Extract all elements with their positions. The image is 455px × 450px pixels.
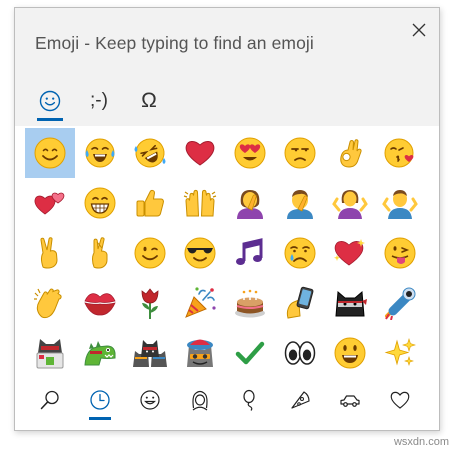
tab-symbols-label: Ω xyxy=(141,89,157,112)
emoji-grinning-face[interactable] xyxy=(75,178,125,228)
pizza-icon xyxy=(291,391,310,409)
emoji-heart-eyes[interactable] xyxy=(225,128,275,178)
emoji-sparkling-heart[interactable] xyxy=(325,228,375,278)
emoji-astronaut-ninja-cat[interactable] xyxy=(375,278,425,328)
emoji-two-hearts[interactable] xyxy=(25,178,75,228)
category-food[interactable] xyxy=(280,382,320,418)
category-bar xyxy=(15,380,439,430)
emoji-crossed-fingers[interactable] xyxy=(75,228,125,278)
emoji-woman-facepalming[interactable] xyxy=(225,178,275,228)
emoji-ok-hand[interactable] xyxy=(325,128,375,178)
emoji-thumbs-up[interactable] xyxy=(125,178,175,228)
category-symbols-hearts[interactable] xyxy=(380,382,420,418)
tab-kaomoji-label: ;-) xyxy=(90,90,108,111)
emoji-party-popper[interactable] xyxy=(175,278,225,328)
emoji-crying-face[interactable] xyxy=(275,228,325,278)
watermark-text: wsxdn.com xyxy=(393,436,449,448)
emoji-man-shrugging[interactable] xyxy=(375,178,425,228)
emoji-red-heart[interactable] xyxy=(175,128,225,178)
emoji-kiss-mark[interactable] xyxy=(75,278,125,328)
car-icon xyxy=(340,395,360,407)
emoji-sparkles[interactable] xyxy=(375,328,425,378)
category-recent[interactable] xyxy=(80,382,120,418)
search-icon xyxy=(40,390,59,410)
emoji-unamused[interactable] xyxy=(275,128,325,178)
emoji-man-facepalming[interactable] xyxy=(275,178,325,228)
search-prompt[interactable]: Emoji - Keep typing to find an emoji xyxy=(35,33,314,54)
emoji-stack-of-ninja-cats[interactable] xyxy=(125,328,175,378)
person-icon xyxy=(192,390,208,411)
smiley-face-icon xyxy=(39,90,61,112)
category-selection-indicator xyxy=(89,417,111,420)
emoji-birthday-cake[interactable] xyxy=(225,278,275,328)
emoji-check-mark[interactable] xyxy=(225,328,275,378)
emoji-hipster-cat[interactable] xyxy=(175,328,225,378)
emoji-clapping-hands[interactable] xyxy=(25,278,75,328)
balloon-icon xyxy=(243,389,255,411)
emoji-victory-hand[interactable] xyxy=(25,228,75,278)
emoji-sunglasses-face[interactable] xyxy=(175,228,225,278)
emoji-face-blowing-kiss[interactable] xyxy=(375,128,425,178)
emoji-rose[interactable] xyxy=(125,278,175,328)
emoji-panel: Emoji - Keep typing to find an emoji ;-)… xyxy=(14,7,440,431)
smiley-outline-icon xyxy=(140,390,160,410)
emoji-woman-shrugging[interactable] xyxy=(325,178,375,228)
emoji-hacker-cat[interactable] xyxy=(25,328,75,378)
tab-symbols[interactable]: Ω xyxy=(129,78,169,124)
emoji-dino-cat[interactable] xyxy=(75,328,125,378)
recent-clock-icon xyxy=(90,390,110,410)
category-people[interactable] xyxy=(180,382,220,418)
emoji-smiling-face[interactable] xyxy=(25,128,75,178)
emoji-rolling-on-floor-laughing[interactable] xyxy=(125,128,175,178)
close-button[interactable] xyxy=(403,14,435,46)
category-search[interactable] xyxy=(30,382,70,418)
emoji-winking-tongue[interactable] xyxy=(375,228,425,278)
emoji-eyes[interactable] xyxy=(275,328,325,378)
heart-outline-icon xyxy=(390,391,410,409)
emoji-grinning-face-big-eyes[interactable] xyxy=(325,328,375,378)
category-smileys[interactable] xyxy=(130,382,170,418)
emoji-selfie[interactable] xyxy=(275,278,325,328)
close-icon xyxy=(412,23,426,37)
emoji-musical-notes[interactable] xyxy=(225,228,275,278)
emoji-mode-tabs: ;-) Ω xyxy=(15,78,215,126)
emoji-raising-hands[interactable] xyxy=(175,178,225,228)
category-travel[interactable] xyxy=(330,382,370,418)
emoji-winking-face[interactable] xyxy=(125,228,175,278)
tab-kaomoji[interactable]: ;-) xyxy=(79,78,119,124)
emoji-ninja-cat[interactable] xyxy=(325,278,375,328)
emoji-panel-header: Emoji - Keep typing to find an emoji ;-)… xyxy=(15,8,439,126)
tab-selection-indicator xyxy=(37,118,63,121)
emoji-tears-of-joy[interactable] xyxy=(75,128,125,178)
category-celebration[interactable] xyxy=(230,382,270,418)
